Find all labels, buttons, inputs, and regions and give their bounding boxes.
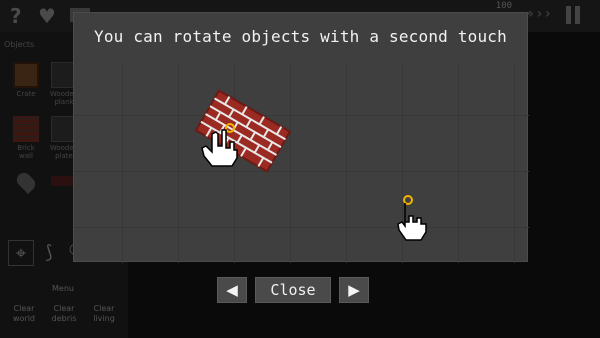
palette-item-pin[interactable] — [6, 168, 46, 195]
heart-icon[interactable]: ♥ — [38, 4, 56, 28]
clear-living-button[interactable]: Clear living — [86, 304, 122, 324]
clear-world-button[interactable]: Clear world — [6, 304, 42, 324]
dialog-title: You can rotate objects with a second tou… — [94, 27, 507, 46]
previous-button[interactable]: ◀ — [217, 277, 247, 303]
rope-icon[interactable]: ⟆ — [36, 240, 62, 266]
next-button[interactable]: ▶ — [339, 277, 369, 303]
crosshair-icon[interactable]: ⌖ — [8, 240, 34, 266]
crate-icon — [13, 62, 39, 88]
pause-icon[interactable] — [566, 6, 580, 24]
help-icon[interactable]: ? — [10, 4, 22, 28]
palette-label: Brick wall — [17, 144, 35, 160]
clear-debris-button[interactable]: Clear debris — [46, 304, 82, 324]
tutorial-dialog: You can rotate objects with a second tou… — [73, 12, 529, 263]
close-button[interactable]: Close — [255, 277, 331, 303]
brick-icon — [13, 116, 39, 142]
speed-label: 100 — [495, 1, 512, 11]
pin-icon — [13, 169, 39, 195]
menu-label: Menu — [52, 284, 74, 293]
panel-title: Objects — [4, 40, 35, 49]
tutorial-grid — [74, 61, 529, 263]
palette-item-brick[interactable]: Brick wall — [6, 116, 46, 160]
palette-label: Crate — [16, 90, 36, 98]
second-touch-hand-icon — [397, 195, 427, 241]
first-touch-hand-icon — [201, 123, 238, 167]
palette-item-crate[interactable]: Crate — [6, 62, 46, 98]
fast-forward-icon[interactable]: ››› — [527, 6, 552, 22]
